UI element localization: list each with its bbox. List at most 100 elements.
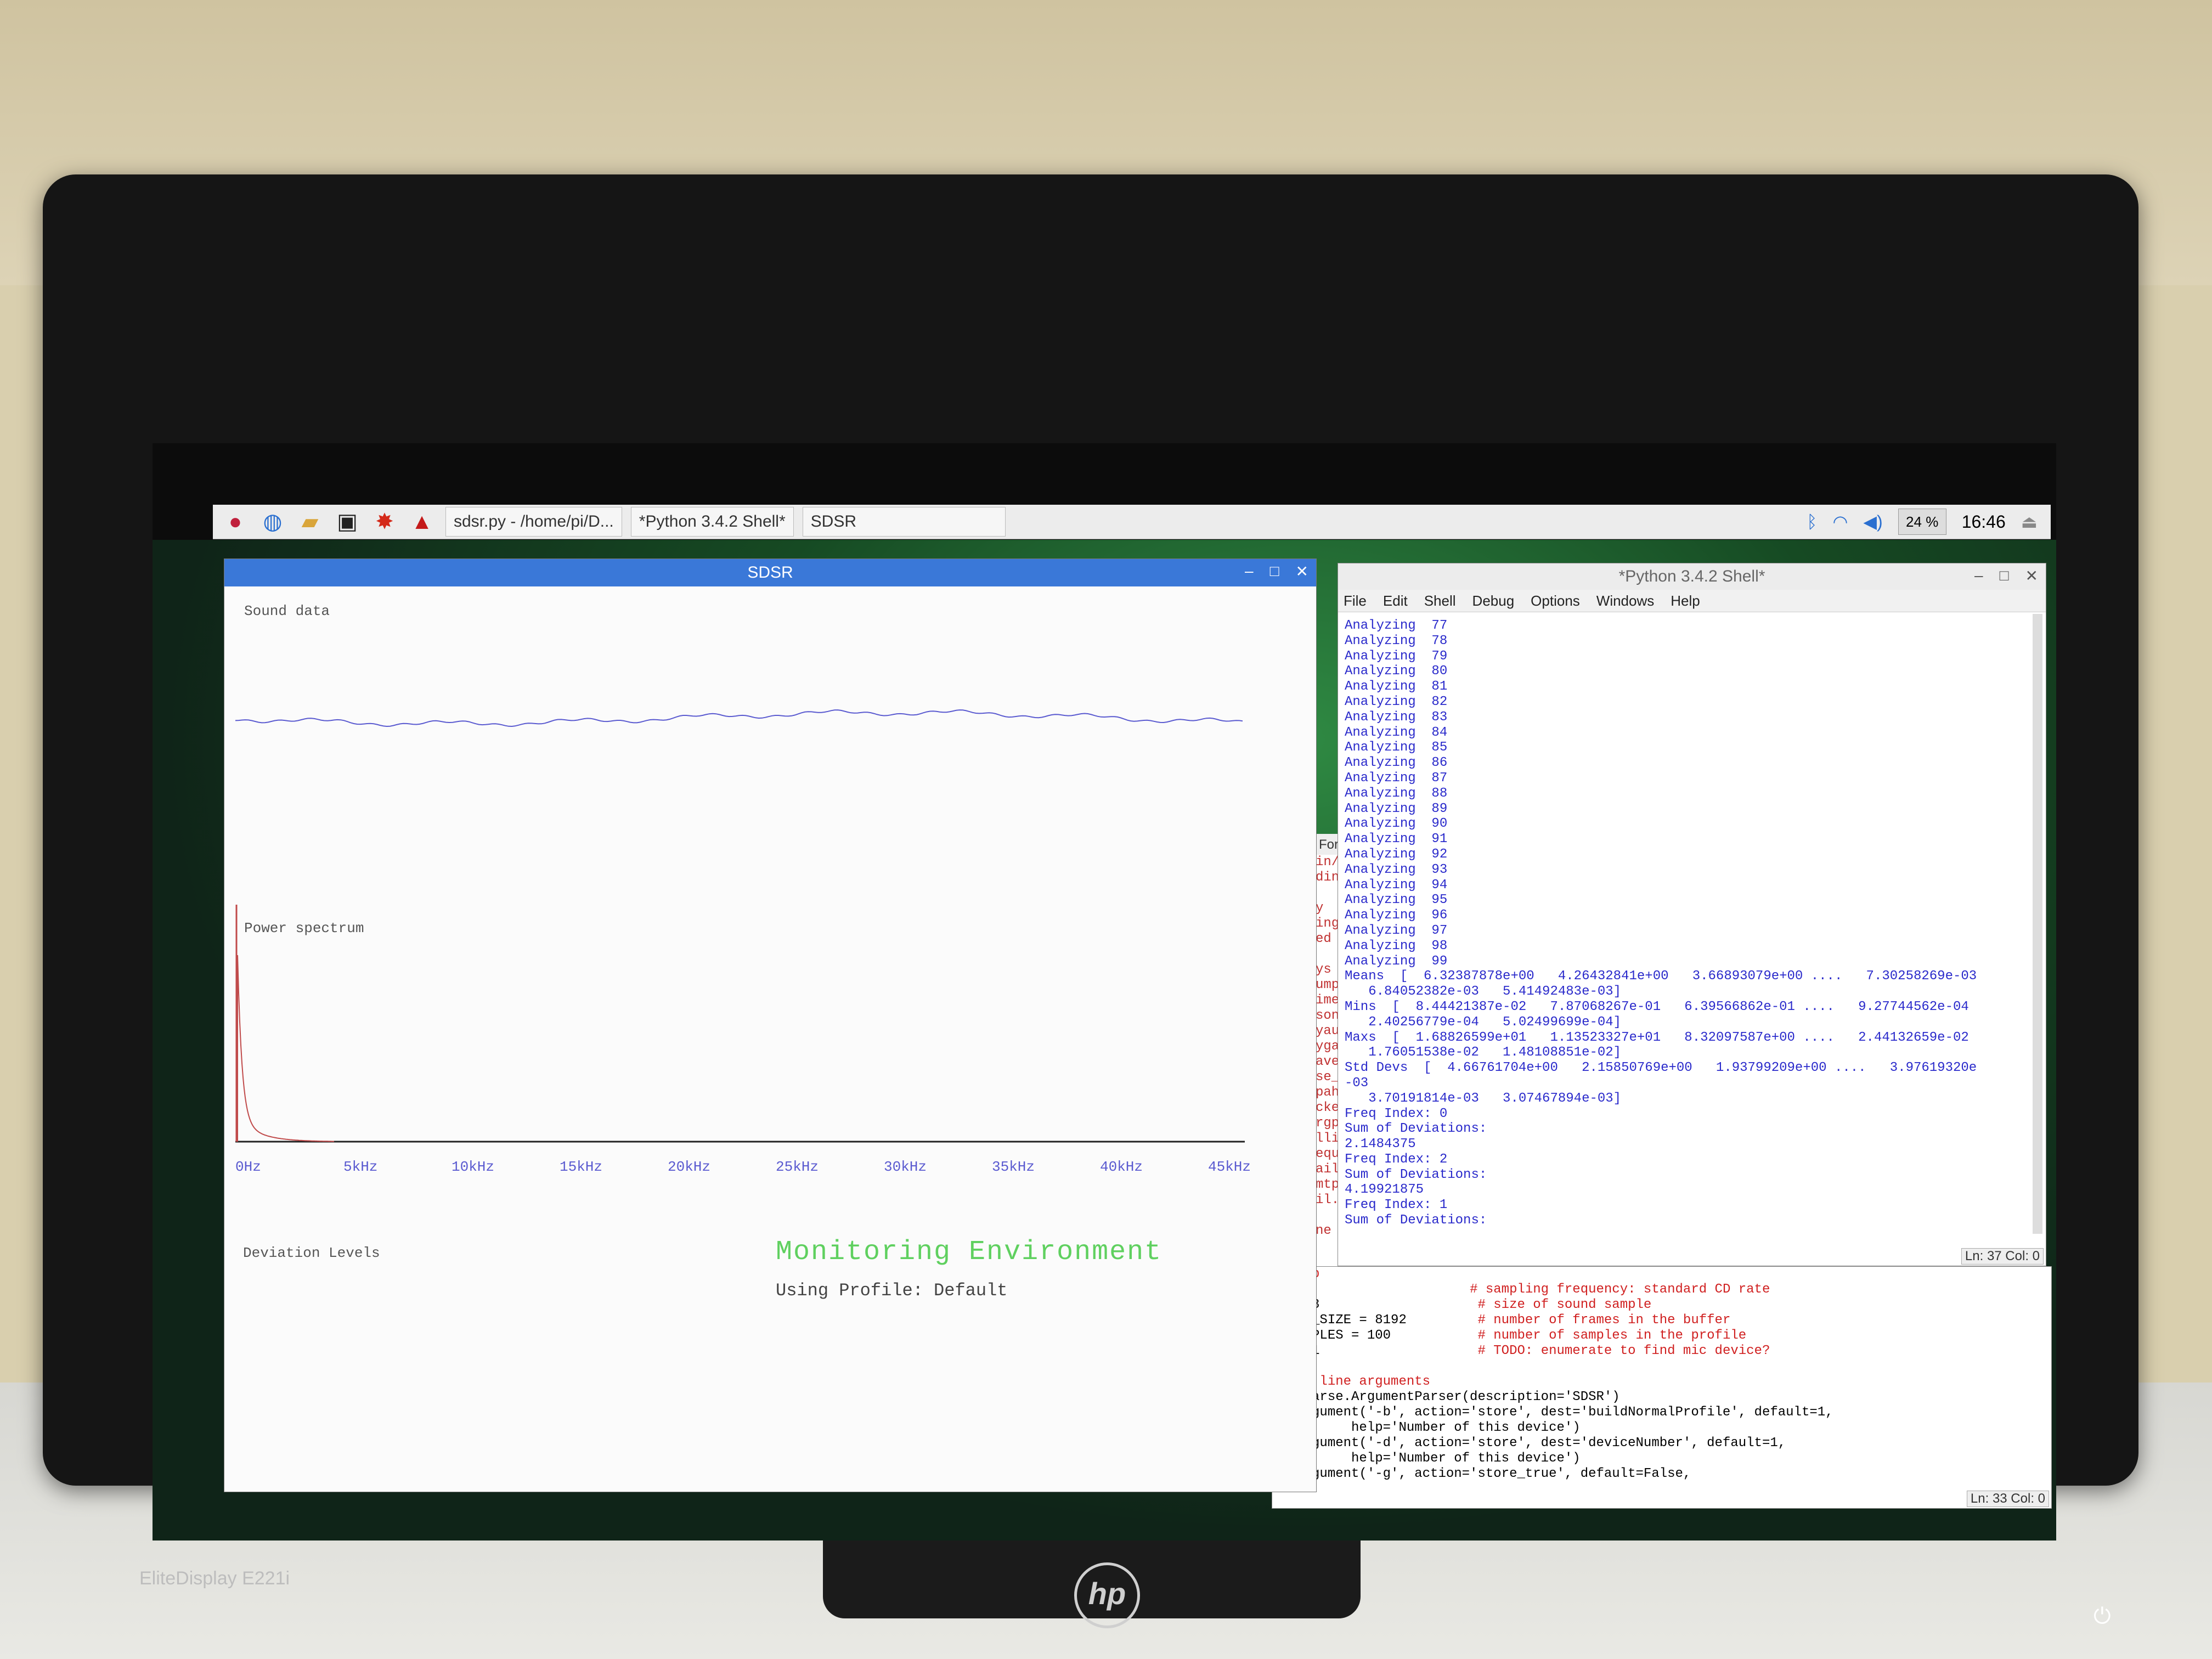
freq-tick-label: 45kHz (1208, 1159, 1251, 1175)
minimize-icon[interactable]: – (1245, 562, 1254, 580)
editor-strip-line (1316, 1208, 1338, 1223)
editor-strip-line (1316, 947, 1338, 962)
sound-waveform (235, 709, 1243, 727)
editor-strip-line: mtpli (1316, 1177, 1338, 1192)
sdsr-title: SDSR (747, 563, 793, 582)
monitor-model-label: EliteDisplay E221i (139, 1568, 290, 1589)
task-sdsr[interactable]: SDSR (802, 507, 1006, 537)
power-button-icon[interactable]: ⏻ (2094, 1604, 2111, 1629)
python-shell-window: *Python 3.4.2 Shell* – □ ✕ File Edit She… (1338, 563, 2046, 1266)
editor-strip-line: ails (1316, 1162, 1338, 1177)
freq-tick-label: 40kHz (1100, 1159, 1143, 1175)
editor-strip-line: rgpar (1316, 1116, 1338, 1131)
task-python-shell[interactable]: *Python 3.4.2 Shell* (630, 507, 794, 537)
editor-strip-line: y (1316, 901, 1324, 916)
raspberry-menu-icon[interactable]: ● (221, 507, 250, 537)
shell-titlebar[interactable]: *Python 3.4.2 Shell* – □ ✕ (1338, 563, 2046, 590)
freq-tick-label: 35kHz (992, 1159, 1035, 1175)
hp-logo-icon: hp (1074, 1562, 1140, 1628)
taskbar: ● ◍ ▰ ▣ ✸ ▲ sdsr.py - /home/pi/D... *Pyt… (213, 505, 2051, 539)
editor-strip-line: se_ha (1316, 1070, 1338, 1085)
editor-code-line: argparse.ArgumentParser(description='SDS… (1272, 1390, 1620, 1404)
menu-file[interactable]: File (1344, 592, 1367, 610)
volume-icon[interactable]: ◀) (1863, 511, 1882, 532)
minimize-icon[interactable]: – (1974, 567, 1983, 585)
bluetooth-icon[interactable]: ᛒ (1807, 512, 1817, 532)
editor-strip-line: cketI (1316, 1101, 1338, 1115)
editor-strip-line: llib. (1316, 1131, 1338, 1146)
sdsr-titlebar[interactable]: SDSR – □ ✕ (224, 559, 1316, 586)
editor-code-line (1272, 1359, 2040, 1374)
power-spectrum-curve (237, 955, 334, 1142)
wifi-icon[interactable]: ◠ (1833, 511, 1848, 532)
editor-strip-line: eques (1316, 1147, 1338, 1161)
editor-strip-line: ys (1316, 962, 1331, 977)
menu-debug[interactable]: Debug (1472, 592, 1515, 610)
close-icon[interactable]: ✕ (2025, 567, 2038, 585)
math-app-icon[interactable]: ✸ (370, 507, 399, 537)
editor-strip-line: yaudi (1316, 1024, 1338, 1039)
shell-scrollbar[interactable] (2033, 614, 2042, 1234)
menu-windows[interactable]: Windows (1596, 592, 1654, 610)
close-icon[interactable]: ✕ (1296, 562, 1308, 580)
editor-strip-line: ave (1316, 1054, 1338, 1069)
editor-code[interactable]: set up00 # sampling frequency: standard … (1272, 1267, 2040, 1486)
task-sdsr-py[interactable]: sdsr.py - /home/pi/D... (445, 507, 622, 537)
editor-strip-line: ime (1316, 993, 1338, 1008)
editor-code-line: UFFER_SIZE = 8192 # number of frames in … (1272, 1313, 1731, 1328)
editor-code-line: dd_argument('-d', action='store', dest='… (1272, 1436, 1786, 1451)
terminal-icon[interactable]: ▣ (332, 507, 362, 537)
editor-strip-line: ed by (1316, 932, 1331, 946)
editor-code-line: = 2048 # size of sound sample (1272, 1297, 1652, 1312)
menu-edit[interactable]: Edit (1383, 592, 1408, 610)
maximize-icon[interactable]: □ (2000, 567, 2009, 585)
editor-code-line: set up (1272, 1267, 2040, 1282)
eject-icon[interactable]: ⏏ (2021, 511, 2038, 532)
maximize-icon[interactable]: □ (1270, 562, 1279, 580)
shell-title: *Python 3.4.2 Shell* (1618, 567, 1765, 585)
editor-strip-line: ne (1316, 1223, 1331, 1238)
freq-tick-label: 0Hz (235, 1159, 261, 1175)
menu-help[interactable]: Help (1671, 592, 1700, 610)
editor-strip-line (1316, 885, 1338, 901)
editor-code-line: help='Number of this device') (1272, 1420, 1581, 1435)
freq-tick-label: 30kHz (884, 1159, 927, 1175)
editor-code-line: mmand line arguments (1272, 1374, 1431, 1389)
freq-tick-label: 20kHz (668, 1159, 710, 1175)
editor-code-line: help='Number of this device') (1272, 1451, 1581, 1466)
editor-strip-line: il.mi (1316, 1193, 1338, 1207)
editor-strip-line: in/en (1316, 855, 1338, 870)
editor-code-line: dd_argument('-g', action='store_true', d… (1272, 1466, 1691, 1481)
editor-visible-strip: in/ending: ying Ded by ysumpyimesonyaudi… (1316, 855, 1338, 1283)
editor-strip-line: ing D (1316, 916, 1338, 931)
editor-code-line: CE = 1 # TODO: enumerate to find mic dev… (1272, 1344, 1770, 1358)
wolfram-icon[interactable]: ▲ (407, 507, 437, 537)
sdsr-canvas: Sound data Power spectrum Deviation Leve… (224, 586, 1316, 1492)
shell-status: Ln: 37 Col: 0 (1961, 1248, 2044, 1265)
menu-shell[interactable]: Shell (1424, 592, 1456, 610)
editor-code-line: F_SAMPLES = 100 # number of samples in t… (1272, 1328, 1747, 1343)
editor-strip-line: paho. (1316, 1085, 1338, 1100)
file-manager-icon[interactable]: ▰ (295, 507, 325, 537)
sdsr-window: SDSR – □ ✕ Sound data Power spectrum Dev… (224, 558, 1317, 1492)
sdsr-plots: 0Hz 5kHz 10kHz 15kHz 20kHz 25kHz 30kHz 35kHz 40k… (235, 709, 1251, 1175)
freq-tick-label: 25kHz (776, 1159, 819, 1175)
editor-code-line: 00 # sampling frequency: standard CD rat… (1272, 1282, 1770, 1297)
editor-strip-line: ygame (1316, 1039, 1338, 1054)
cpu-monitor: 24 % (1898, 509, 1946, 535)
freq-tick-label: 15kHz (560, 1159, 602, 1175)
web-browser-icon[interactable]: ◍ (258, 507, 287, 537)
screen: ● ◍ ▰ ▣ ✸ ▲ sdsr.py - /home/pi/D... *Pyt… (153, 443, 2056, 1541)
editor-strip-line: umpy (1316, 978, 1338, 992)
editor-code-line: dd_argument('-b', action='store', dest='… (1272, 1405, 1833, 1420)
editor-window: set up00 # sampling frequency: standard … (1272, 1266, 2052, 1509)
editor-strip-line: son (1316, 1008, 1338, 1023)
menu-options[interactable]: Options (1531, 592, 1580, 610)
monitor-bezel: EliteDisplay E221i hp ⏻ ● ◍ ▰ ▣ ✸ ▲ sdsr… (43, 174, 2138, 1628)
system-tray: ᛒ ◠ ◀) 24 % 16:46 ⏏ (1807, 509, 2051, 535)
editor-status: Ln: 33 Col: 0 (1966, 1491, 2049, 1507)
shell-output[interactable]: Analyzing 77 Analyzing 78 Analyzing 79 A… (1345, 618, 2025, 1233)
freq-tick-label: 10kHz (452, 1159, 494, 1175)
freq-tick-label: 5kHz (343, 1159, 377, 1175)
shell-menubar: File Edit Shell Debug Options Windows He… (1338, 590, 2046, 612)
